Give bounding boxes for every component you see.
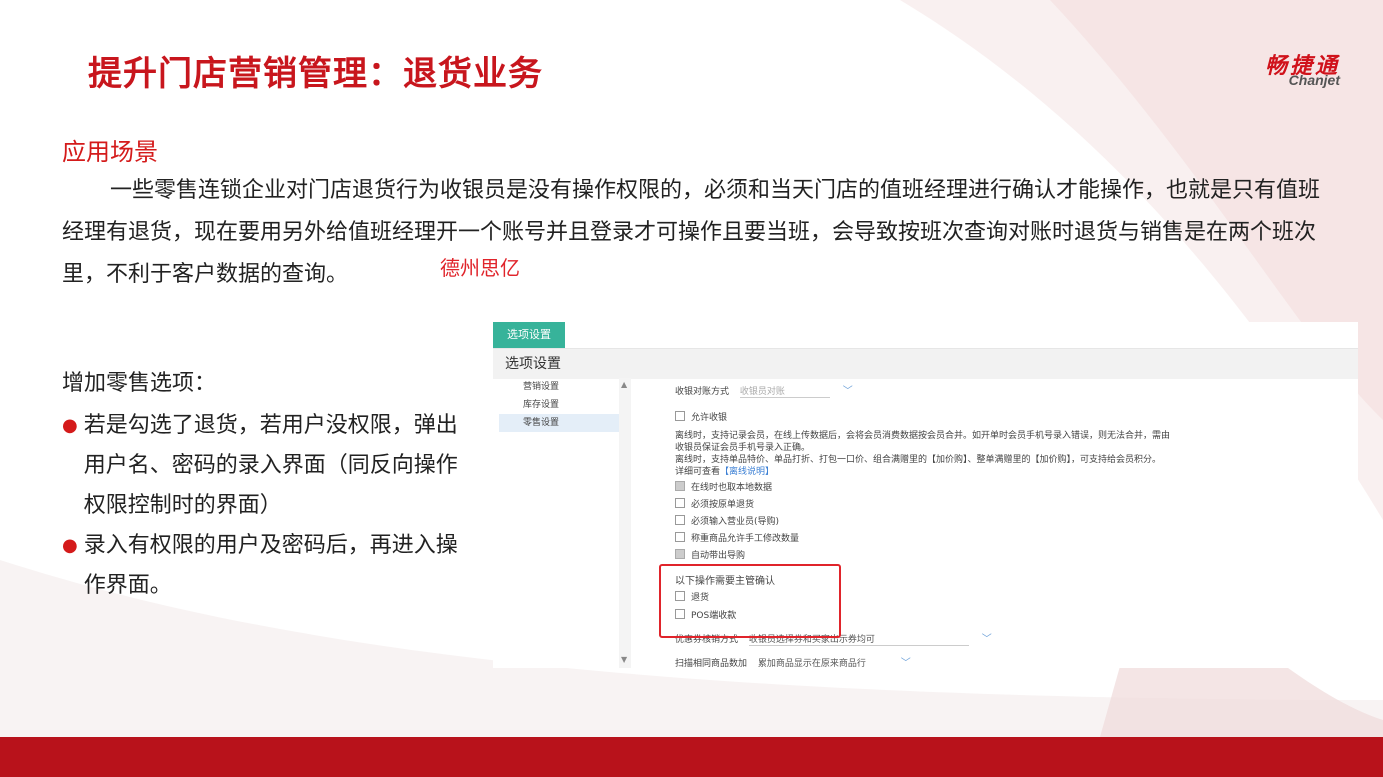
auto-guide-checkbox[interactable] [675,549,685,559]
check-row: 自动带出导购 [675,548,745,561]
screenshot-body: 营销设置 库存设置 零售设置 ▲ ▼ 收银对账方式 收银员对账 ﹀ 允许收银 离… [493,378,1358,668]
offline-help-link[interactable]: 【离线说明】 [720,467,774,477]
slide-title: 提升门店营销管理：退货业务 [88,54,543,94]
check-row: 必须输入营业员(导购) [675,514,779,527]
chevron-down-icon[interactable]: ﹀ [901,658,911,668]
bullet-dot-icon: ● [62,535,78,556]
list-item-text: 若是勾选了退货，若用户没权限，弹出用户名、密码的录入界面（同反向操作权限控制时的… [83,413,458,518]
watermark-text: 德州思亿 [440,256,520,280]
options-screenshot: 选项设置 选项设置 营销设置 库存设置 零售设置 ▲ ▼ 收银对账方式 收银员对… [493,322,1358,668]
check-label: 称重商品允许手工修改数量 [691,534,800,544]
chevron-down-icon[interactable]: ﹀ [982,634,992,645]
nav-item-inventory[interactable]: 库存设置 [499,396,619,414]
check-label: 自动带出导购 [691,551,746,561]
scroll-down-icon[interactable]: ▼ [621,655,627,664]
allow-cashier-checkbox[interactable] [675,411,685,421]
bullet-dot-icon: ● [62,415,78,436]
return-by-order-checkbox[interactable] [675,498,685,508]
highlight-box [659,564,841,638]
chanjet-logo: 畅捷通 Chanjet [1232,48,1352,92]
check-label: 必须按原单退货 [691,500,755,510]
desc-prefix: 详细可查看 [675,467,721,477]
allow-cashier-label: 允许收银 [691,413,728,423]
check-label: 必须输入营业员(导购) [691,517,780,527]
chevron-down-icon[interactable]: ﹀ [843,386,853,397]
desc-line: 详细可查看【离线说明】 [675,464,774,477]
list-item: ● 若是勾选了退货，若用户没权限，弹出用户名、密码的录入界面（同反向操作权限控制… [62,406,472,526]
check-row: 称重商品允许手工修改数量 [675,531,799,544]
logo-english: Chanjet [1288,72,1340,88]
scan-label: 扫描相同商品数加 [675,659,748,668]
retail-settings: 收银对账方式 收银员对账 ﹀ 允许收银 离线时，支持记录会员，在线上传数据后，会… [659,378,1355,668]
local-data-checkbox[interactable] [675,481,685,491]
check-row: 必须按原单退货 [675,497,754,510]
list-item: ● 录入有权限的用户及密码后，再进入操作界面。 [62,526,472,606]
footer-bar [0,737,1383,777]
check-label: 在线时也取本地数据 [691,483,773,493]
screenshot-tabbar: 选项设置 [493,322,1358,349]
weigh-edit-checkbox[interactable] [675,532,685,542]
options-nav: 营销设置 库存设置 零售设置 [499,378,620,668]
list-item-text: 录入有权限的用户及密码后，再进入操作界面。 [83,533,458,598]
scroll-up-icon[interactable]: ▲ [621,380,627,389]
scan-select[interactable]: 累加商品显示在原来商品行 [758,656,888,668]
scenario-paragraph: 一些零售连锁企业对门店退货行为收银员是没有操作权限的，必须和当天门店的值班经理进… [62,178,1321,287]
nav-scrollbar[interactable]: ▲ ▼ [619,378,631,668]
reconcile-row: 收银对账方式 收银员对账 ﹀ [675,382,853,398]
nav-item-marketing[interactable]: 营销设置 [499,378,619,396]
reconcile-label: 收银对账方式 [675,387,730,397]
check-row: 在线时也取本地数据 [675,480,772,493]
reconcile-select[interactable]: 收银员对账 [739,384,830,398]
feature-list: 增加零售选项： ● 若是勾选了退货，若用户没权限，弹出用户名、密码的录入界面（同… [62,364,472,606]
salesperson-checkbox[interactable] [675,515,685,525]
section-heading: 应用场景 [62,138,158,166]
scan-row: 扫描相同商品数加 累加商品显示在原来商品行 ﹀ [675,654,911,668]
allow-cashier-row: 允许收银 [675,410,727,423]
screenshot-page-title: 选项设置 [493,349,1358,379]
list-intro: 增加零售选项： [62,371,217,396]
nav-item-retail[interactable]: 零售设置 [499,414,619,432]
tab-options[interactable]: 选项设置 [493,322,565,348]
